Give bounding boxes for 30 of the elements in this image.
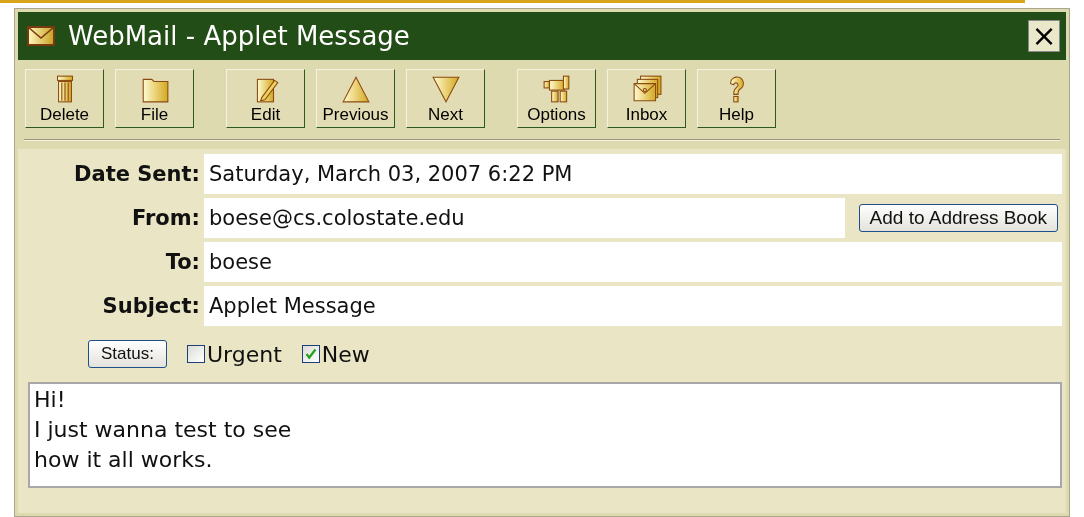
field-value[interactable]: boese [204,242,1062,282]
field-value[interactable]: Applet Message [204,286,1062,326]
toolbar-button[interactable]: Delete [25,69,104,128]
toolbar-button[interactable]: Help [697,69,776,128]
toolbar-button[interactable]: Options [517,69,596,128]
down-triangle-icon [430,74,461,104]
envelope-icon [26,24,56,48]
toolbar-button[interactable]: Next [406,69,485,128]
toolbar-button[interactable]: Edit [226,69,305,128]
tools-icon [541,74,572,104]
toolbar-button[interactable]: Previous [316,69,395,128]
status-button[interactable]: Status: [88,340,167,368]
toolbar-button[interactable]: File [115,69,194,128]
toolbar-button[interactable]: Inbox [607,69,686,128]
up-triangle-icon [340,74,371,104]
field-label: From: [130,206,200,230]
window-title: WebMail - Applet Message [68,21,411,51]
field-label: Subject: [101,294,200,318]
checkbox-label: New [321,341,370,367]
field-value[interactable]: boese@cs.colostate.edu [204,198,845,238]
envelopes-icon [631,74,662,104]
checkbox[interactable] [186,345,205,363]
checkbox-label: Urgent [206,341,282,367]
field-label: Date Sent: [73,162,200,186]
field-label: To: [164,250,200,274]
close-button[interactable]: × [1028,20,1060,52]
message-body-field[interactable]: Hi! I just wanna test to see how it all works. [28,382,1062,488]
add-to-address-book-button[interactable]: Add to Address Book [858,204,1058,232]
field-value[interactable]: Saturday, March 03, 2007 6:22 PM [204,154,1062,194]
checkbox[interactable] [301,345,320,363]
